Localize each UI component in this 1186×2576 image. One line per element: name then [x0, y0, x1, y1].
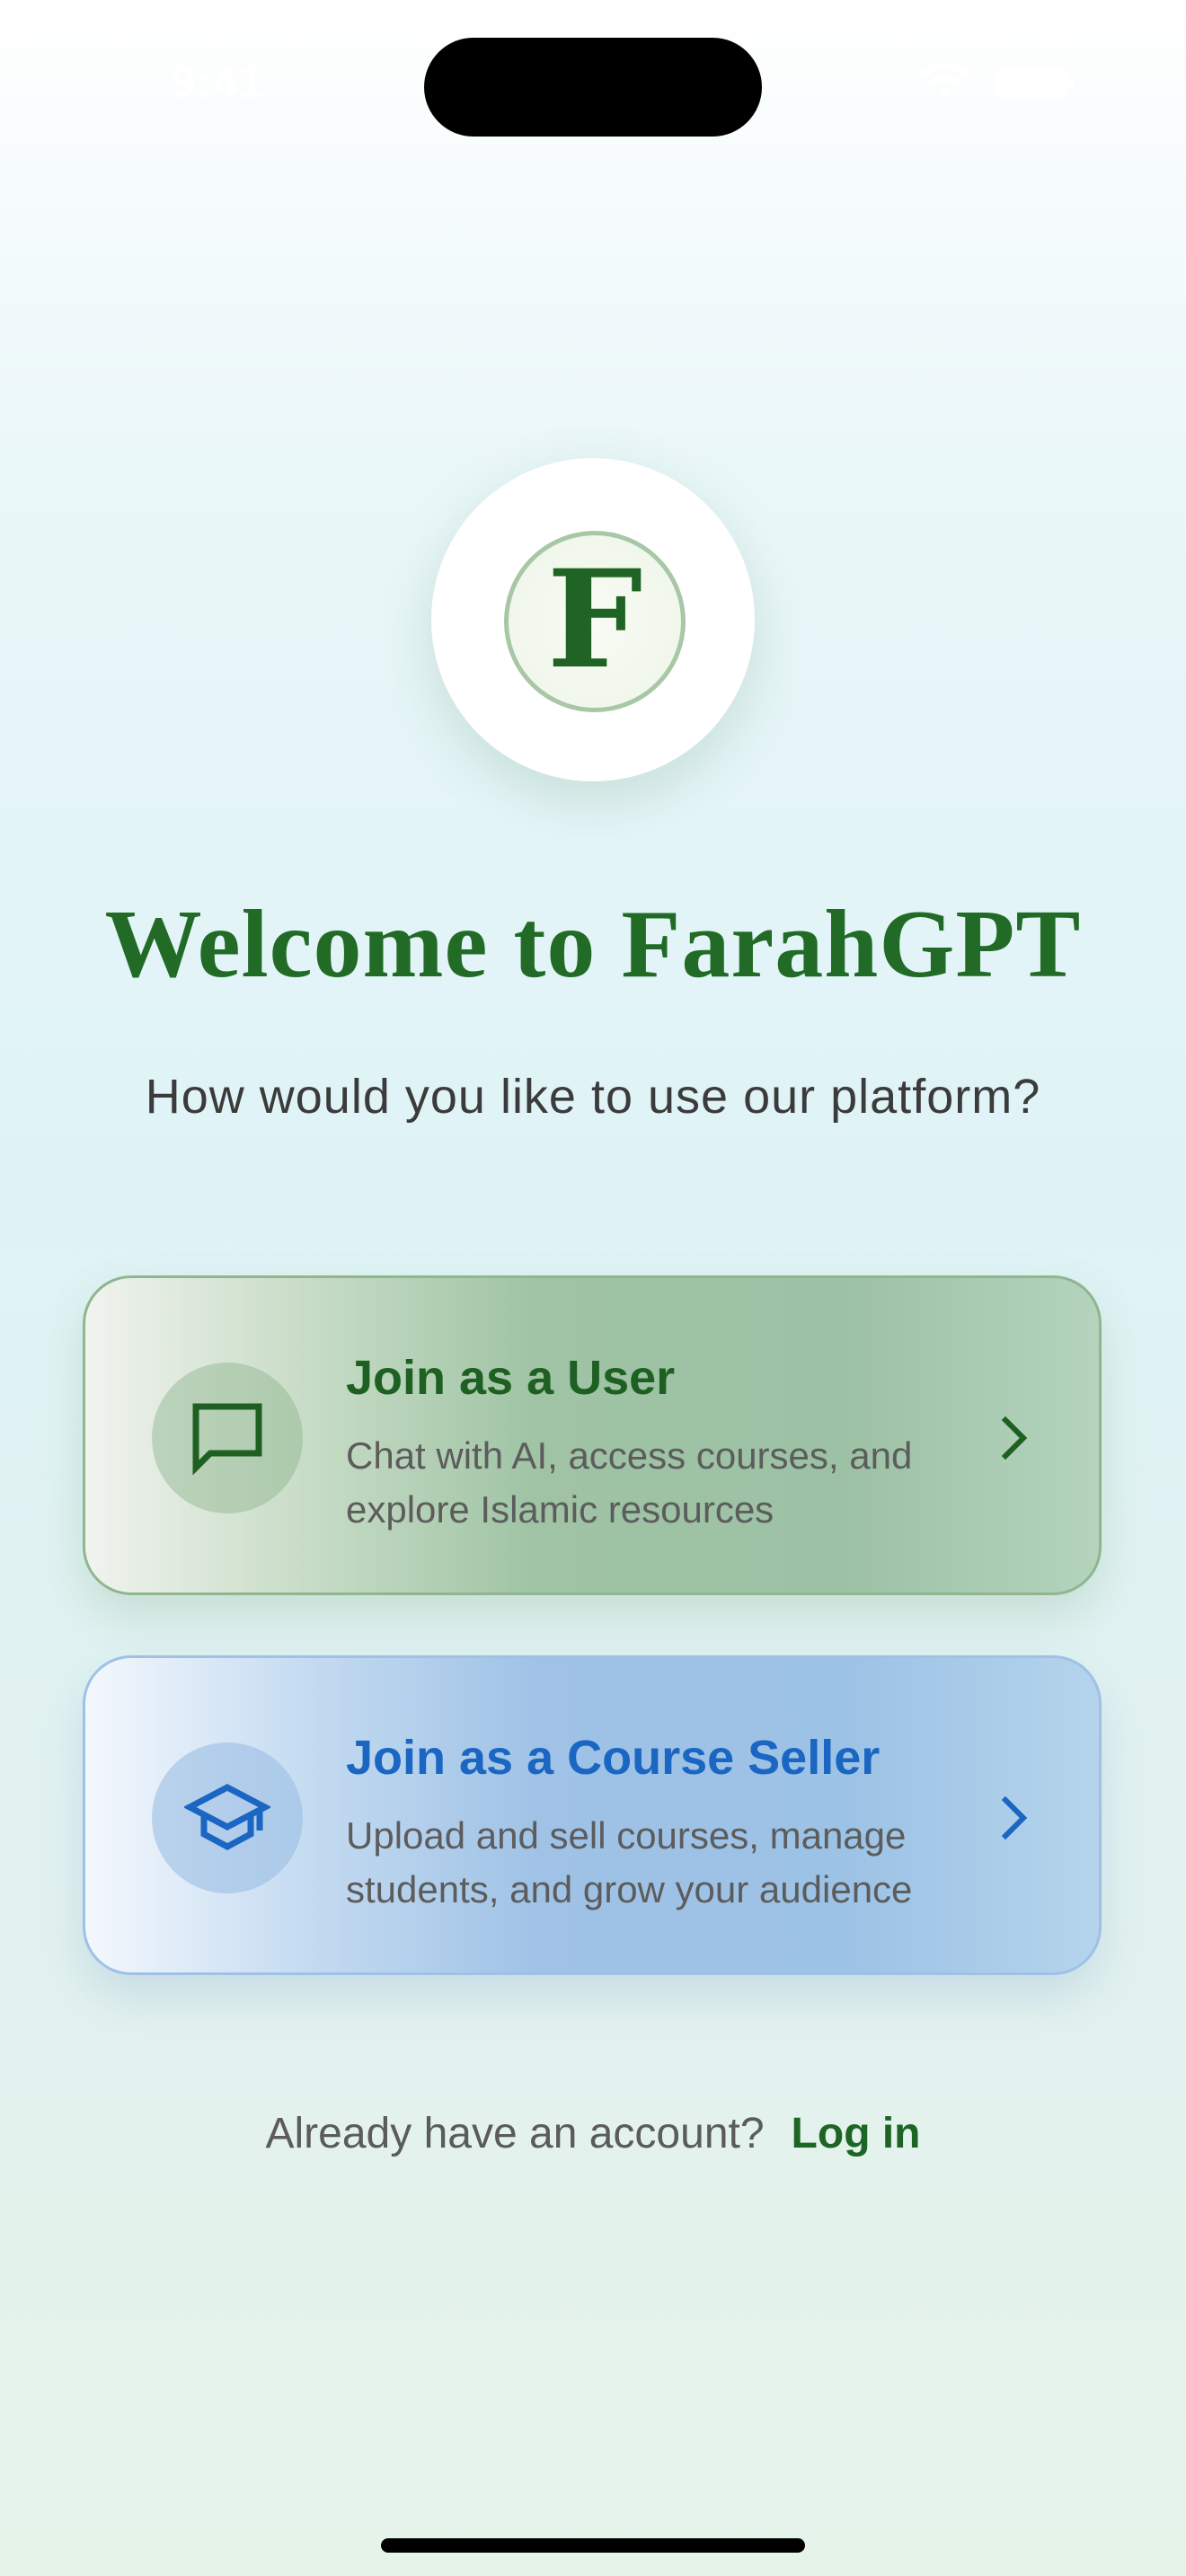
logo-letter: F [546, 541, 643, 699]
join-as-user-button[interactable]: Join as a User Chat with AI, access cour… [83, 1275, 1102, 1595]
join-as-course-seller-button[interactable]: Join as a Course Seller Upload and sell … [83, 1655, 1102, 1975]
page-subtitle: How would you like to use our platform? [145, 1070, 1041, 1124]
home-indicator[interactable] [381, 2538, 805, 2553]
page-title: Welcome to FarahGPT [104, 891, 1082, 998]
seller-option-description: Upload and sell courses, manage students… [346, 1814, 913, 1910]
user-option-description: Chat with AI, access courses, and explor… [346, 1434, 913, 1531]
status-bar: 9:41 [0, 0, 1186, 171]
user-option-title: Join as a User [346, 1351, 676, 1405]
seller-option-icon-badge [152, 1742, 303, 1893]
status-time: 9:41 [171, 57, 265, 107]
login-link[interactable]: Log in [792, 2110, 921, 2157]
chat-bubble-icon [192, 1403, 262, 1476]
graduation-cap-icon [184, 1784, 270, 1850]
dynamic-island [424, 38, 762, 137]
seller-option-title: Join as a Course Seller [346, 1731, 881, 1785]
battery-icon [996, 66, 1074, 101]
wifi-icon [919, 63, 971, 99]
login-prompt-text: Already have an account? [265, 2110, 765, 2157]
login-prompt-row: Already have an account? Log in [0, 2109, 1186, 2158]
app-logo: F [431, 458, 755, 781]
logo-badge: F [504, 531, 686, 712]
user-option-icon-badge [152, 1363, 303, 1513]
chevron-right-icon [1001, 1795, 1028, 1840]
chevron-right-icon [1001, 1416, 1028, 1460]
